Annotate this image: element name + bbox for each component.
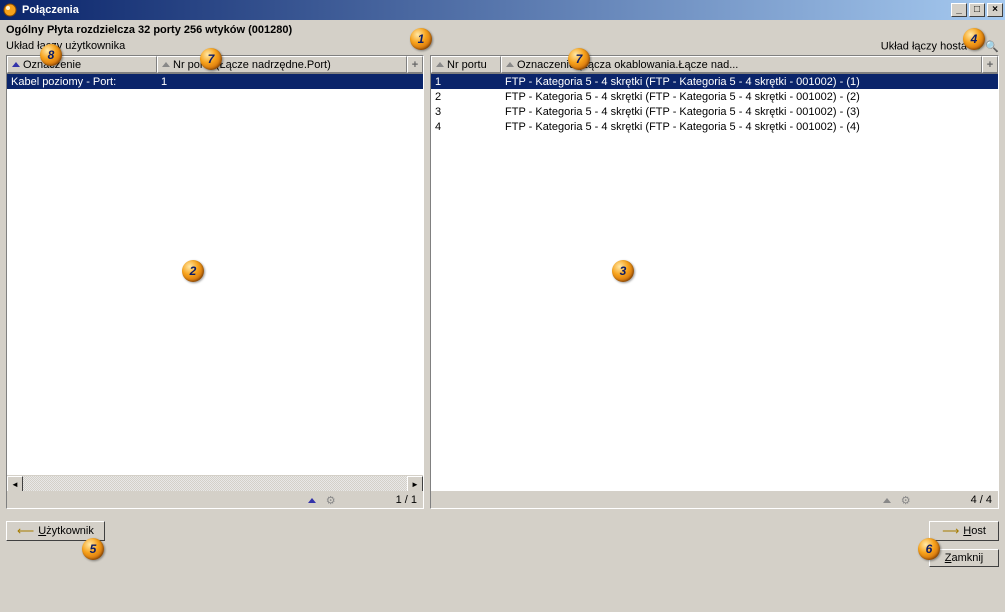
- filter-icon[interactable]: ⚙: [901, 494, 911, 507]
- left-h-scrollbar[interactable]: ◄ ►: [7, 475, 423, 491]
- table-row[interactable]: 2 FTP - Kategoria 5 - 4 skrętki (FTP - K…: [431, 89, 998, 104]
- scroll-track[interactable]: [23, 476, 407, 491]
- scroll-left-button[interactable]: ◄: [7, 476, 23, 492]
- user-links-pane: Oznaczenie Nr portu (Łącze nadrzędne.Por…: [6, 55, 424, 509]
- right-grid-body[interactable]: 1 FTP - Kategoria 5 - 4 skrętki (FTP - K…: [431, 74, 998, 491]
- host-button[interactable]: ⟶ Host: [929, 521, 999, 541]
- col-port-no-right[interactable]: Nr portu: [431, 56, 501, 73]
- sort-icon: [162, 62, 170, 67]
- table-row[interactable]: 1 FTP - Kategoria 5 - 4 skrętki (FTP - K…: [431, 74, 998, 89]
- filter-icon[interactable]: ⚙: [326, 494, 336, 507]
- sort-indicator-icon: [883, 498, 891, 503]
- titlebar: Połączenia _ □ ×: [0, 0, 1005, 20]
- add-column-button[interactable]: +: [407, 56, 423, 73]
- minimize-button[interactable]: _: [951, 3, 967, 17]
- sort-icon: [506, 62, 514, 67]
- arrow-left-icon: ⟵: [17, 524, 34, 538]
- user-layout-label: Układ łączy użytkownika: [6, 40, 881, 53]
- col-designation-right[interactable]: Oznaczenie (Łącza okablowania.Łącze nad.…: [501, 56, 982, 73]
- host-layout-label: Układ łączy hosta: [881, 40, 967, 52]
- left-page-indicator: 1 / 1: [396, 494, 417, 506]
- table-row[interactable]: 3 FTP - Kategoria 5 - 4 skrętki (FTP - K…: [431, 104, 998, 119]
- add-column-button[interactable]: +: [982, 56, 998, 73]
- arrow-right-icon: ⟶: [942, 524, 959, 538]
- col-designation[interactable]: Oznaczenie: [7, 56, 157, 73]
- host-links-pane: Nr portu Oznaczenie (Łącza okablowania.Ł…: [430, 55, 999, 509]
- left-grid-header: Oznaczenie Nr portu (Łącze nadrzędne.Por…: [7, 56, 423, 74]
- right-footer: ⚙ 4 / 4: [431, 491, 998, 508]
- app-icon: [2, 2, 18, 18]
- right-page-indicator: 4 / 4: [971, 494, 992, 506]
- close-window-button[interactable]: ×: [987, 3, 1003, 17]
- table-row[interactable]: Kabel poziomy - Port: 1: [7, 74, 423, 89]
- left-grid-body[interactable]: Kabel poziomy - Port: 1: [7, 74, 423, 475]
- refresh-icon[interactable]: ⟳: [974, 40, 983, 53]
- maximize-button[interactable]: □: [969, 3, 985, 17]
- right-grid-header: Nr portu Oznaczenie (Łącza okablowania.Ł…: [431, 56, 998, 74]
- scroll-right-button[interactable]: ►: [407, 476, 423, 492]
- close-button[interactable]: Zamknij: [929, 549, 999, 567]
- col-port-no[interactable]: Nr portu (Łącze nadrzędne.Port): [157, 56, 407, 73]
- window-title: Połączenia: [22, 4, 951, 16]
- table-row[interactable]: 4 FTP - Kategoria 5 - 4 skrętki (FTP - K…: [431, 119, 998, 134]
- left-footer: ⚙ 1 / 1: [7, 491, 423, 508]
- search-icon[interactable]: 🔍: [985, 40, 999, 53]
- user-button[interactable]: ⟵ Użytkownik: [6, 521, 105, 541]
- sort-indicator-icon: [308, 498, 316, 503]
- sort-icon: [436, 62, 444, 67]
- sort-asc-icon: [12, 62, 20, 67]
- page-subtitle: Ogólny Płyta rozdzielcza 32 porty 256 wt…: [0, 20, 1005, 40]
